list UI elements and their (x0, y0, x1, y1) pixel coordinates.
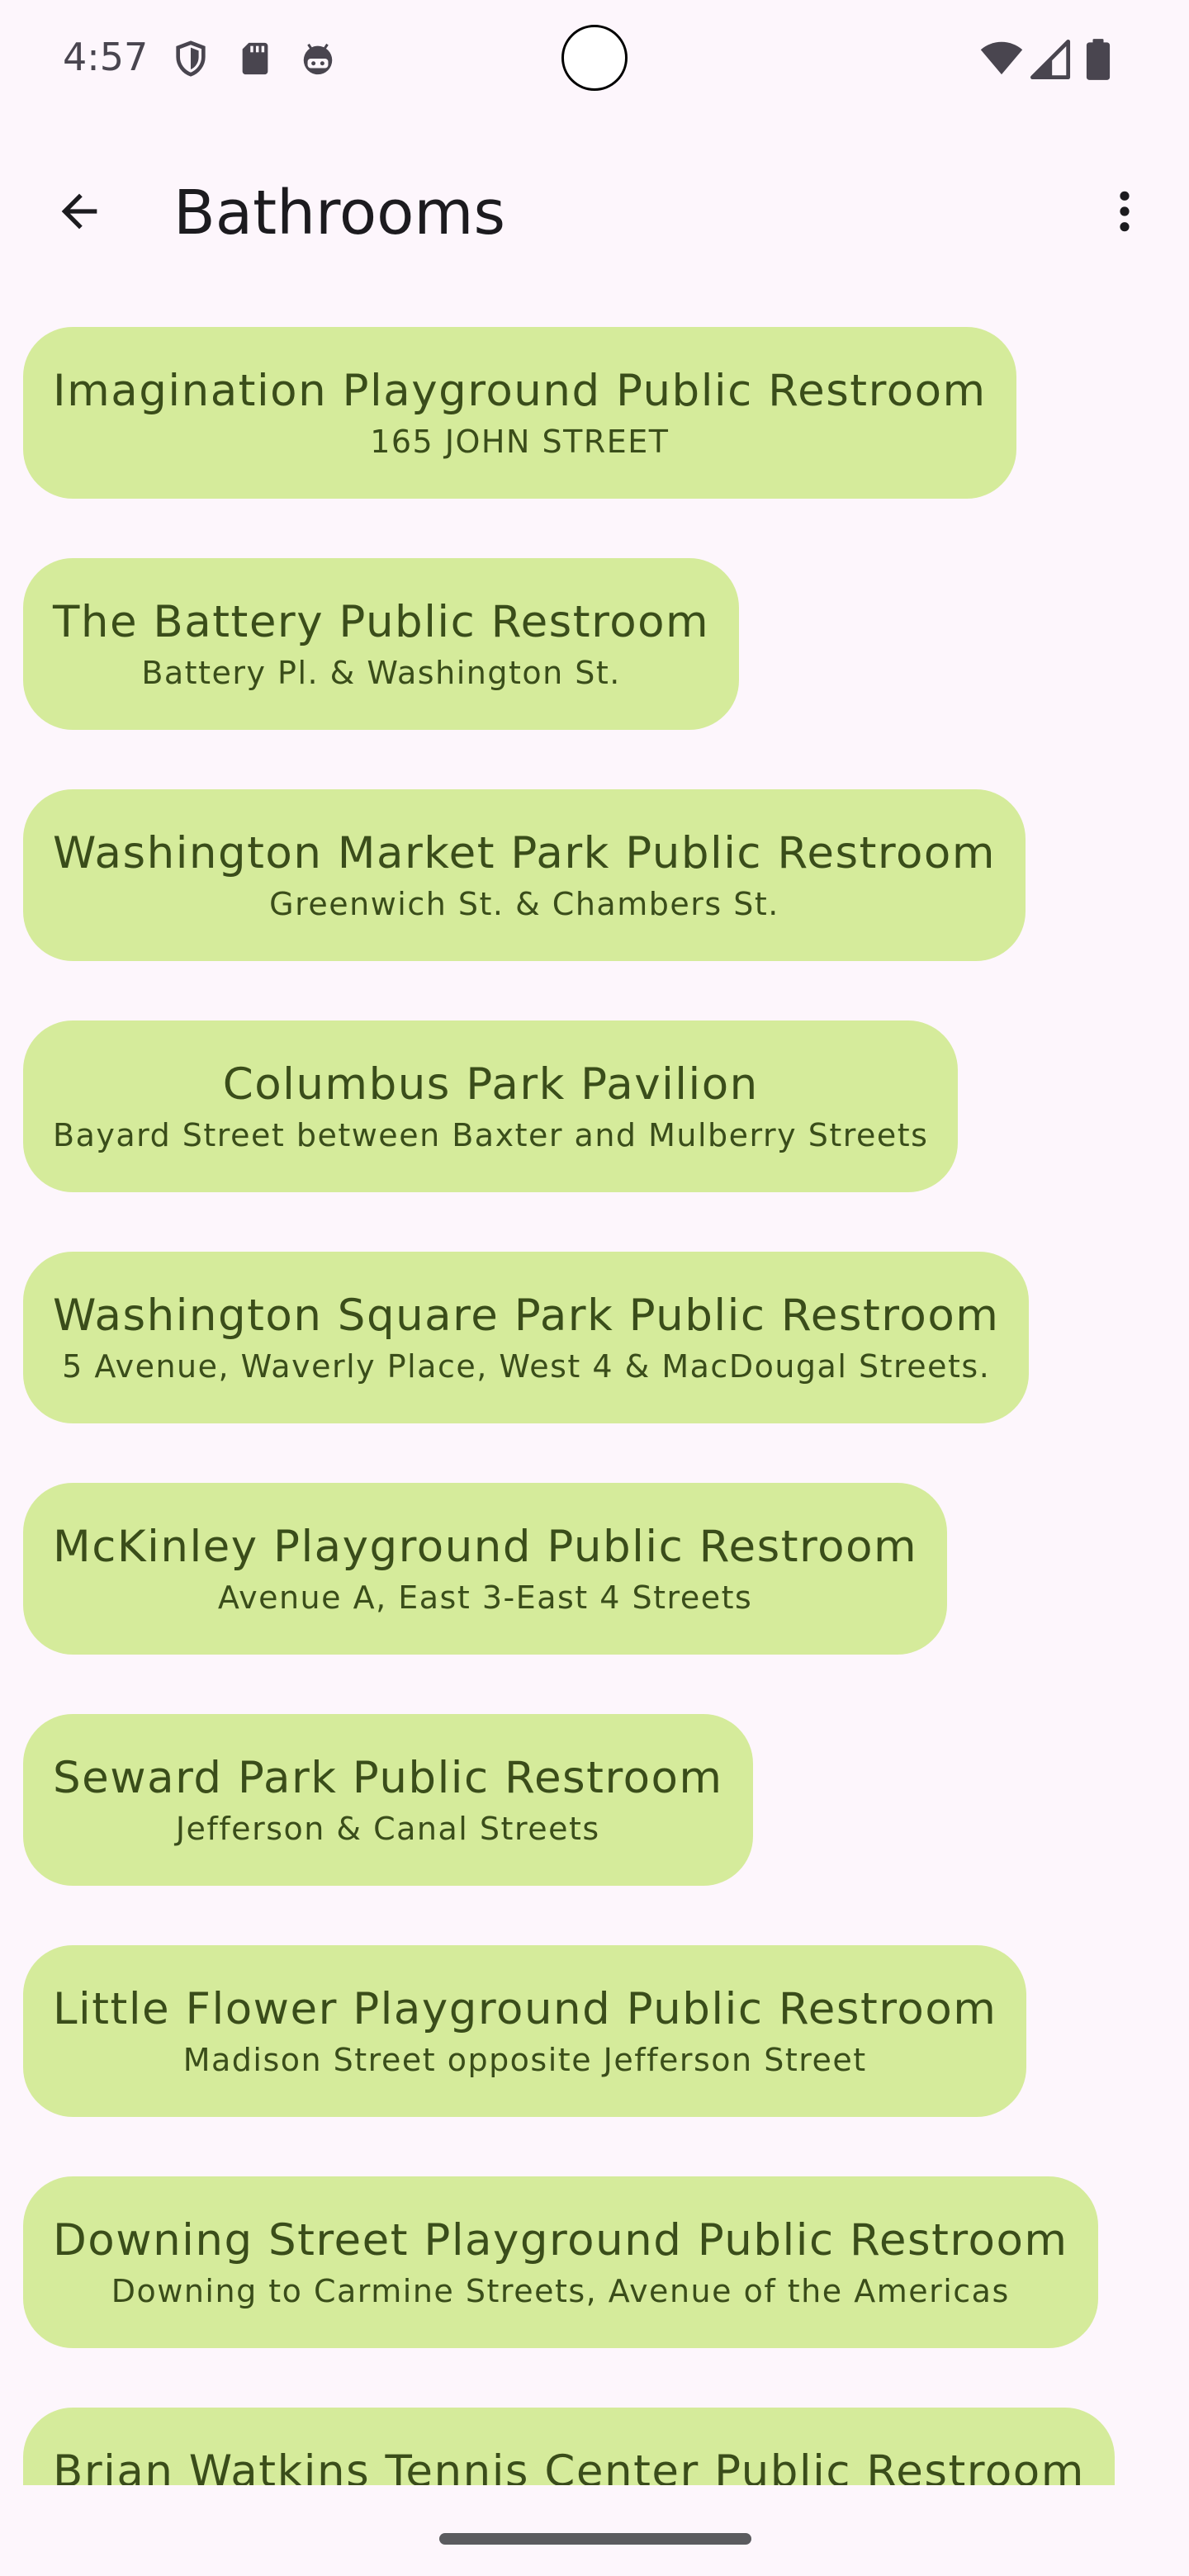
restroom-list[interactable]: Imagination Playground Public Restroom 1… (23, 327, 1179, 2485)
back-button[interactable] (43, 175, 116, 248)
restroom-address: Jefferson & Canal Streets (175, 1811, 600, 1847)
restroom-name: Brian Watkins Tennis Center Public Restr… (53, 2446, 1085, 2485)
restroom-name: Imagination Playground Public Restroom (53, 366, 987, 416)
restroom-card[interactable]: Washington Square Park Public Restroom 5… (23, 1252, 1030, 1423)
restroom-name: Washington Square Park Public Restroom (53, 1290, 1000, 1341)
restroom-address: Avenue A, East 3-East 4 Streets (217, 1579, 753, 1616)
restroom-name: McKinley Playground Public Restroom (53, 1522, 918, 1572)
top-app-bar: Bathrooms (0, 119, 1189, 304)
camera-cutout (561, 25, 628, 91)
restroom-address: Downing to Carmine Streets, Avenue of th… (111, 2273, 1010, 2309)
restroom-name: Seward Park Public Restroom (53, 1753, 723, 1803)
restroom-address: 5 Avenue, Waverly Place, West 4 & MacDou… (62, 1348, 991, 1385)
wifi-icon (980, 41, 1023, 75)
battery-icon (1086, 39, 1111, 80)
restroom-card[interactable]: Little Flower Playground Public Restroom… (23, 1945, 1027, 2117)
restroom-card[interactable]: Washington Market Park Public Restroom G… (23, 789, 1026, 961)
gesture-nav-handle[interactable] (439, 2533, 751, 2545)
arrow-back-icon (61, 193, 97, 230)
restroom-address: Battery Pl. & Washington St. (141, 655, 621, 691)
restroom-address: Greenwich St. & Chambers St. (269, 886, 779, 922)
restroom-address: 165 JOHN STREET (370, 424, 670, 460)
restroom-card[interactable]: Brian Watkins Tennis Center Public Restr… (23, 2408, 1115, 2485)
android-face-icon (303, 43, 333, 75)
restroom-card[interactable]: Columbus Park Pavilion Bayard Street bet… (23, 1020, 959, 1192)
status-time: 4:57 (63, 35, 149, 79)
restroom-address: Madison Street opposite Jefferson Street (182, 2042, 867, 2078)
restroom-card[interactable]: The Battery Public Restroom Battery Pl. … (23, 558, 740, 730)
signal-icon (1030, 39, 1071, 80)
page-title: Bathrooms (173, 178, 506, 249)
more-vert-icon (1120, 191, 1130, 232)
status-bar: 4:57 (0, 0, 1189, 119)
restroom-card[interactable]: Seward Park Public Restroom Jefferson & … (23, 1714, 753, 1886)
restroom-name: Downing Street Playground Public Restroo… (53, 2215, 1068, 2266)
restroom-card[interactable]: Imagination Playground Public Restroom 1… (23, 327, 1016, 499)
shield-icon (176, 40, 206, 77)
restroom-card[interactable]: Downing Street Playground Public Restroo… (23, 2176, 1098, 2348)
sd-card-icon (242, 42, 268, 75)
restroom-name: Little Flower Playground Public Restroom (53, 1984, 997, 2034)
restroom-card[interactable]: McKinley Playground Public Restroom Aven… (23, 1483, 948, 1655)
restroom-name: Washington Market Park Public Restroom (53, 828, 996, 878)
restroom-name: The Battery Public Restroom (53, 597, 710, 647)
restroom-address: Bayard Street between Baxter and Mulberr… (53, 1117, 929, 1153)
restroom-name: Columbus Park Pavilion (222, 1059, 759, 1110)
overflow-menu-button[interactable] (1088, 175, 1161, 248)
